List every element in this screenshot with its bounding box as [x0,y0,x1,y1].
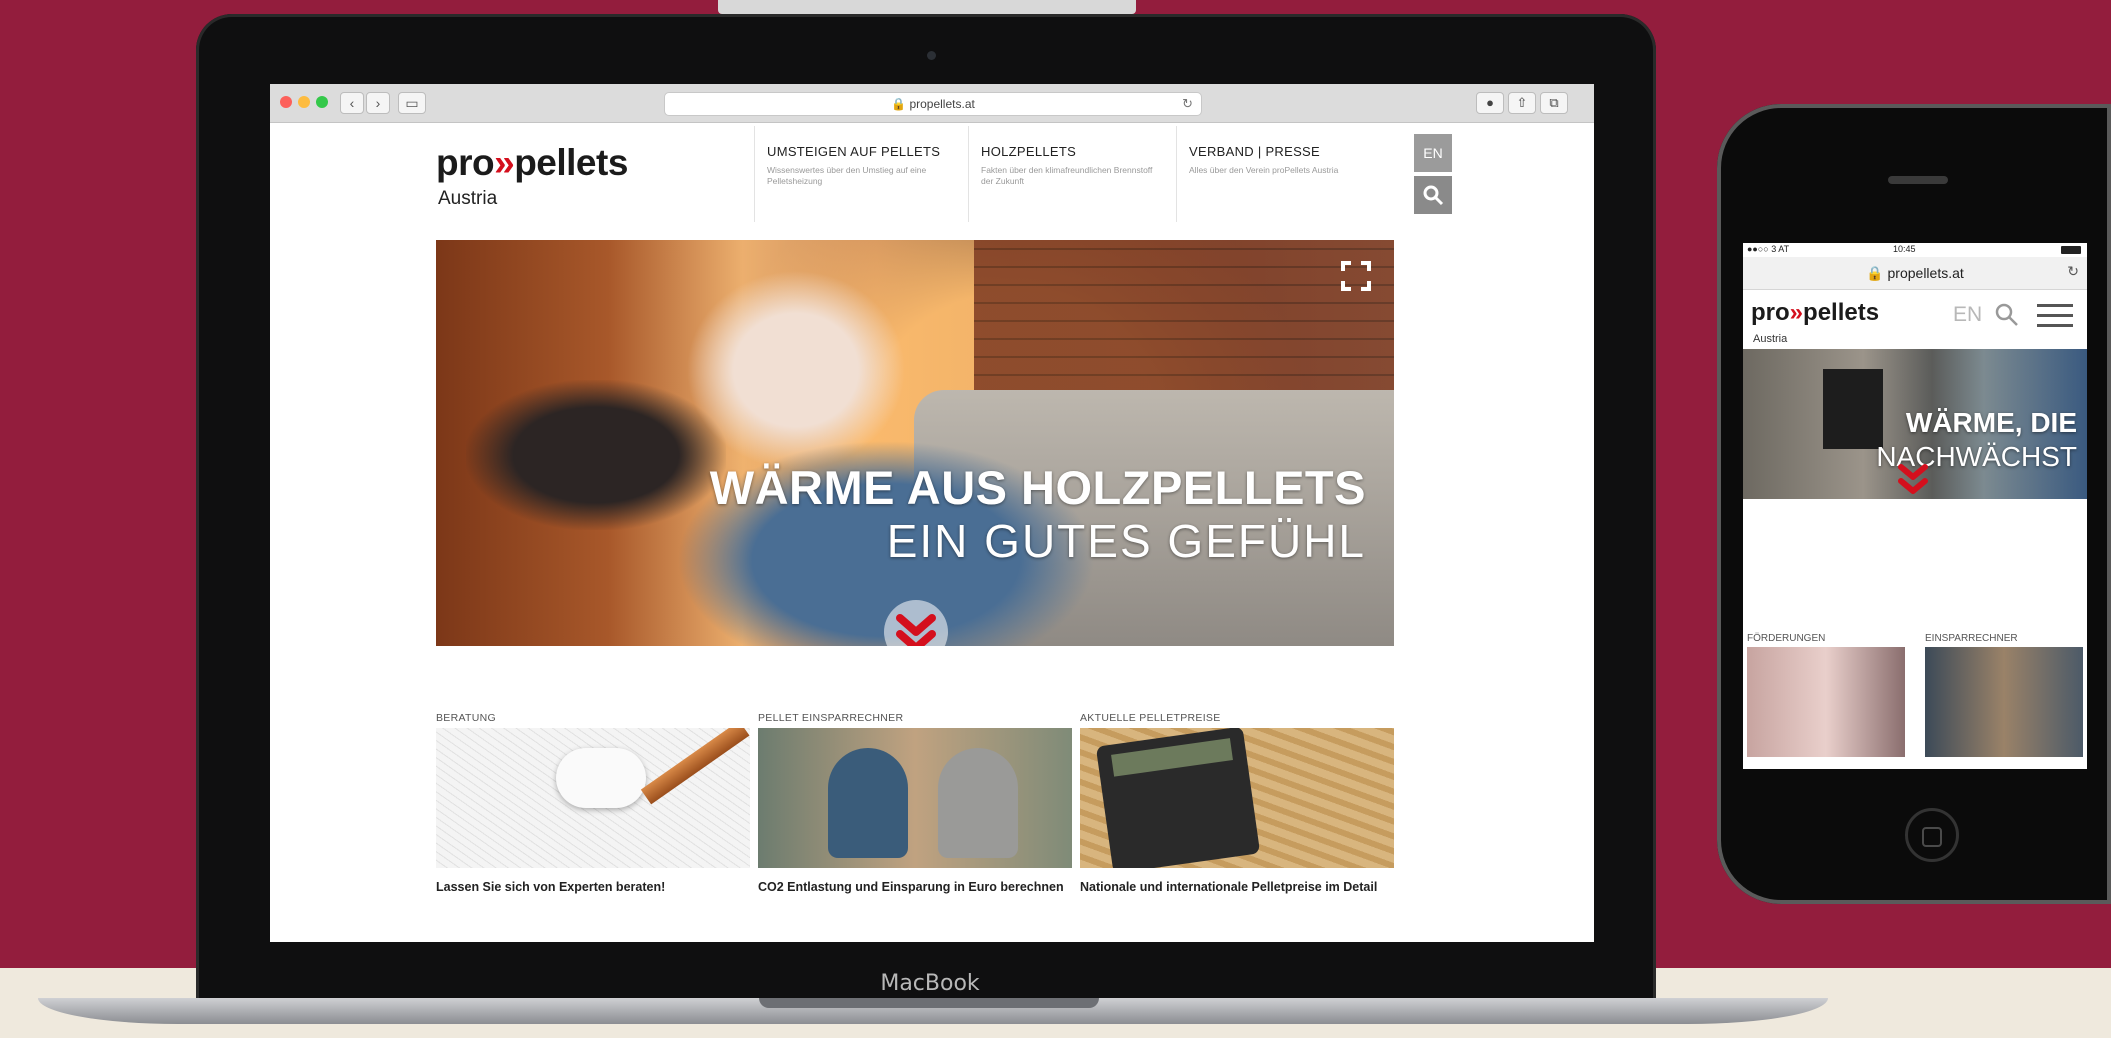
card-label: AKTUELLE PELLETPREISE [1080,712,1221,724]
tabs-icon[interactable]: ⧉ [1540,92,1568,114]
card-label: FÖRDERUNGEN [1747,633,1826,644]
hamburger-menu-icon[interactable] [2037,304,2073,328]
phone-site-logo[interactable]: pro»pellets [1751,299,1879,327]
card-caption: Lassen Sie sich von Experten beraten! [436,880,666,894]
phone-address-bar[interactable]: 🔒 propellets.at ↻ [1743,257,2087,290]
laptop-top-edge [718,0,1136,14]
chevron-right-icon[interactable]: › [366,92,390,114]
card-image-thermostat [436,728,750,868]
laptop-notch [759,998,1099,1008]
nav-item-title: UMSTEIGEN AUF PELLETS [767,144,941,159]
card-einsparrechner[interactable]: PELLET EINSPARRECHNER CO2 Entlastung und… [758,712,1072,895]
phone-hero-banner: WÄRME, DIE NACHWÄCHST [1743,349,2087,499]
laptop-brand-label: MacBook [880,971,980,996]
card-beratung[interactable]: BERATUNG Lassen Sie sich von Experten be… [436,712,750,895]
hero-banner: WÄRME AUS HOLZPELLETS EIN GUTES GEFÜHL [436,240,1394,646]
reload-icon[interactable]: ↻ [1182,93,1193,115]
nav-item-description: Fakten über den klimafreundlichen Brenns… [981,165,1153,186]
phone-speaker [1888,176,1948,184]
card-image-calculator [1080,728,1394,868]
site-logo-subtitle: Austria [438,188,498,209]
phone-address-url: propellets.at [1887,265,1964,281]
nav-item-title: VERBAND | PRESSE [1189,144,1320,159]
card-image-couple [1925,647,2083,757]
hero-brick-wall [974,240,1394,410]
hero-headline: WÄRME AUS HOLZPELLETS [709,461,1366,514]
phone-card-einsparrechner[interactable]: EINSPARRECHNER [1925,633,2083,757]
card-image-family [1747,647,1905,757]
extension-icon[interactable]: ● [1476,92,1504,114]
phone-language-toggle[interactable]: EN [1953,303,1982,327]
nav-item-verband[interactable]: VERBAND | PRESSE Alles über den Verein p… [1176,126,1402,222]
camera-icon [927,51,936,60]
search-icon [1423,185,1444,206]
site-logo[interactable]: pro»pellets [436,142,628,184]
nav-item-description: Wissenswertes über den Umstieg auf eine … [767,165,927,186]
double-chevron-down-icon [896,614,936,646]
language-toggle-button[interactable]: EN [1414,134,1452,172]
card-caption: Nationale und internationale Pelletpreis… [1080,880,1378,894]
search-button[interactable] [1414,176,1452,214]
lock-icon: 🔒 [891,97,907,111]
sidebar-icon[interactable]: ▭ [398,92,426,114]
nav-item-holzpellets[interactable]: HOLZPELLETS Fakten über den klimafreundl… [968,126,1176,222]
share-icon[interactable]: ⇧ [1508,92,1536,114]
lock-icon: 🔒 [1866,265,1884,281]
fullscreen-icon[interactable] [1340,260,1372,292]
card-label: PELLET EINSPARRECHNER [758,712,904,724]
zoom-window-button[interactable] [316,96,328,108]
battery-icon [2061,246,2081,254]
scroll-down-button[interactable] [884,600,948,646]
chevron-left-icon[interactable]: ‹ [340,92,364,114]
nav-item-umsteigen[interactable]: UMSTEIGEN AUF PELLETS Wissenswertes über… [754,126,968,222]
hero-subheadline: EIN GUTES GEFÜHL [886,515,1366,567]
nav-item-title: HOLZPELLETS [981,144,1077,159]
address-url: propellets.at [909,97,975,111]
carrier-signal: ●●○○ 3 AT [1747,244,1790,254]
close-window-button[interactable] [280,96,292,108]
nav-item-description: Alles über den Verein proPellets Austria [1189,165,1339,175]
phone-card-foerderungen[interactable]: FÖRDERUNGEN [1747,633,1905,757]
laptop-screen: ‹ › ▭ 🔒 propellets.at ↻ ● ⇧ ⧉ pro»pellet… [270,84,1594,942]
card-label: BERATUNG [436,712,496,724]
phone-hero-stove [1823,369,1883,449]
card-label: EINSPARRECHNER [1925,633,2018,644]
phone-hero-headline: WÄRME, DIE [1905,407,2077,438]
double-chevron-down-icon[interactable] [1891,457,1935,499]
minimize-window-button[interactable] [298,96,310,108]
card-image-couple [758,728,1072,868]
phone-status-bar: ●●○○ 3 AT 10:45 [1743,243,2087,257]
card-pelletpreise[interactable]: AKTUELLE PELLETPREISE Nationale und inte… [1080,712,1394,895]
browser-toolbar: ‹ › ▭ 🔒 propellets.at ↻ ● ⇧ ⧉ [270,84,1594,123]
phone-home-button[interactable] [1905,808,1959,862]
search-icon[interactable] [1993,301,2021,329]
card-caption: CO2 Entlastung und Einsparung in Euro be… [758,880,1064,894]
address-bar[interactable]: 🔒 propellets.at ↻ [664,92,1202,116]
status-time: 10:45 [1893,244,1916,254]
reload-icon[interactable]: ↻ [2067,263,2079,280]
phone-screen: ●●○○ 3 AT 10:45 🔒 propellets.at ↻ pro»pe… [1743,243,2087,769]
phone-site-logo-subtitle: Austria [1753,333,1788,345]
